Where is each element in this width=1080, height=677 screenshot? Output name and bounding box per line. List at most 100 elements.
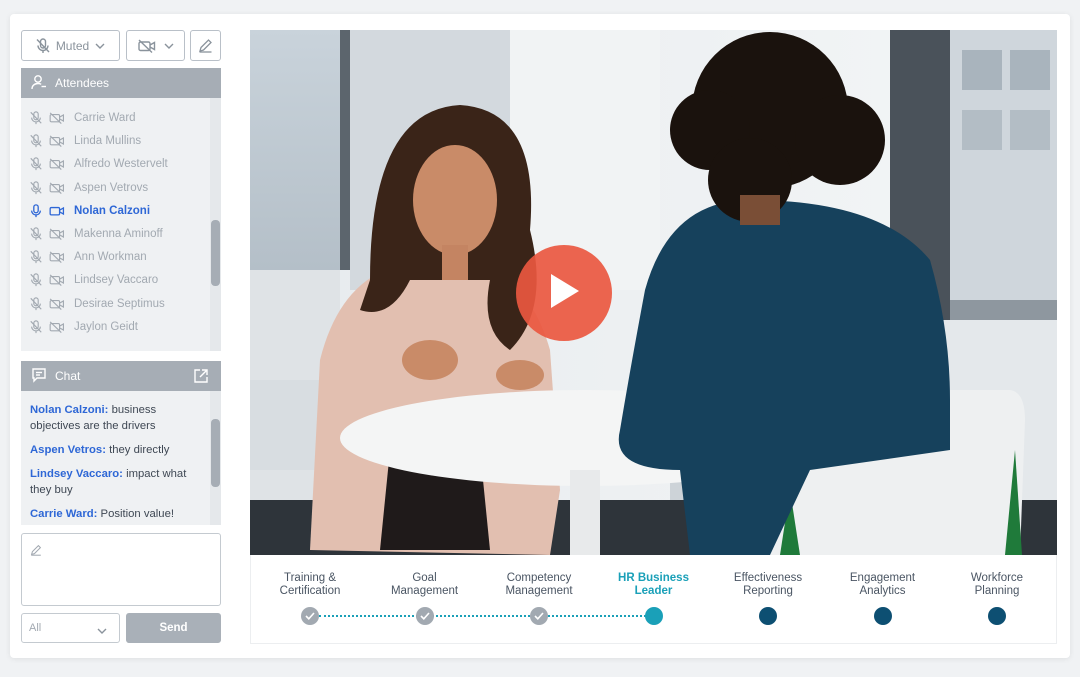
attendee-name: Makenna Aminoff	[74, 228, 163, 240]
mic-off-icon	[29, 227, 46, 241]
step-complete-dot[interactable]	[415, 607, 434, 625]
mic-off-icon	[29, 134, 46, 148]
video-off-icon	[49, 181, 66, 195]
pencil-icon	[198, 38, 213, 53]
progress-stepper: Training & Certification Goal Management C…	[250, 555, 1057, 644]
chat-message: Lindsey Vaccaro: impact what they buy	[30, 467, 202, 498]
attendee-list: Carrie Ward Linda Mullins Alfredo Westerve…	[21, 98, 221, 351]
mic-off-icon	[29, 320, 46, 334]
step-complete-dot[interactable]	[301, 607, 319, 625]
chat-messages: Nolan Calzoni: business objectives are t…	[21, 391, 221, 525]
chevron-down-icon	[164, 43, 174, 49]
user-icon	[31, 74, 47, 93]
mic-off-icon	[29, 111, 46, 125]
attendee-scrollbar[interactable]	[210, 98, 221, 351]
attendee-name: Aspen Vetrovs	[74, 181, 149, 194]
chat-title: Chat	[55, 369, 81, 383]
chevron-down-icon	[97, 625, 107, 637]
step-pending-dot[interactable]	[988, 607, 1006, 625]
attendee-name: Jaylon Geidt	[74, 320, 138, 333]
play-button[interactable]	[516, 245, 612, 341]
video-off-icon	[49, 250, 66, 264]
chat-header: Chat	[21, 361, 221, 391]
chat-sender: Nolan Calzoni:	[30, 404, 109, 416]
video-off-icon	[49, 111, 66, 125]
scrollbar-thumb[interactable]	[211, 419, 220, 487]
attendee-row[interactable]: Ann Workman	[29, 247, 209, 267]
chat-message: Carrie Ward: Position value!	[30, 507, 202, 523]
checkmark-icon	[534, 607, 544, 625]
chat-text: they directly	[105, 444, 170, 456]
step-label[interactable]: Effectiveness Reporting	[713, 572, 823, 598]
mic-off-icon	[29, 273, 46, 287]
attendee-row[interactable]: Jaylon Geidt	[29, 317, 209, 337]
mic-icon	[29, 204, 46, 218]
attendee-name: Alfredo Westervelt	[74, 158, 168, 171]
video-off-icon	[49, 273, 66, 287]
attendee-name: Carrie Ward	[74, 112, 136, 124]
progress-connector	[319, 615, 654, 617]
attendees-title: Attendees	[55, 76, 110, 90]
video-off-icon	[49, 157, 66, 171]
attendee-row[interactable]: Aspen Vetrovs	[29, 178, 209, 198]
recipient-select-value: All	[29, 622, 42, 634]
attendee-row[interactable]: Alfredo Westervelt	[29, 154, 209, 174]
chat-message: Nolan Calzoni: business objectives are t…	[30, 403, 202, 434]
attendee-name: Nolan Calzoni	[74, 204, 151, 217]
chat-text: Position value!	[97, 508, 175, 520]
mic-off-icon	[29, 180, 46, 195]
step-complete-dot[interactable]	[530, 607, 548, 625]
step-label[interactable]: Workforce Planning	[942, 572, 1052, 598]
mute-label: Muted	[55, 38, 90, 53]
chat-sender: Lindsey Vaccaro:	[30, 468, 123, 480]
camera-dropdown[interactable]	[126, 30, 185, 61]
video-off-icon	[49, 227, 66, 241]
step-pending-dot[interactable]	[873, 607, 892, 625]
chat-input[interactable]	[21, 533, 221, 606]
step-label[interactable]: HR Business Leader	[599, 572, 709, 598]
mic-off-icon	[29, 157, 46, 171]
mic-off-icon	[36, 37, 50, 54]
attendee-row[interactable]: Desirae Septimus	[29, 294, 209, 314]
attendees-header: Attendees	[21, 68, 221, 98]
attendee-row[interactable]: Nolan Calzoni	[29, 201, 209, 221]
meeting-card: Muted Attendees Carrie Ward Linda Mullin…	[10, 14, 1070, 658]
mic-off-icon	[29, 250, 46, 264]
video-frame-image	[250, 30, 1057, 555]
chat-scrollbar[interactable]	[210, 391, 221, 525]
mic-off-icon	[29, 296, 46, 311]
attendee-name: Ann Workman	[74, 251, 147, 264]
step-label[interactable]: Engagement Analytics	[828, 572, 938, 598]
step-pending-dot[interactable]	[759, 607, 777, 625]
chat-message: Aspen Vetros: they directly	[30, 443, 202, 459]
video-off-icon	[49, 134, 66, 148]
recipient-select[interactable]: All	[21, 613, 120, 643]
attendee-row[interactable]: Linda Mullins	[29, 131, 209, 151]
chevron-down-icon	[95, 43, 105, 49]
attendee-name: Linda Mullins	[74, 135, 142, 148]
external-link-icon[interactable]	[193, 368, 209, 387]
chat-sender: Aspen Vetros:	[30, 444, 106, 456]
step-label[interactable]: Training & Certification	[255, 572, 365, 598]
video-off-icon	[49, 297, 66, 311]
edit-button[interactable]	[190, 30, 221, 61]
attendee-row[interactable]: Carrie Ward	[29, 108, 209, 128]
send-button[interactable]: Send	[126, 613, 221, 643]
attendee-name: Lindsey Vaccaro	[74, 274, 159, 287]
step-label[interactable]: Goal Management	[370, 572, 480, 598]
chat-sender: Carrie Ward:	[30, 508, 98, 520]
attendee-row[interactable]: Lindsey Vaccaro	[29, 270, 209, 290]
scrollbar-thumb[interactable]	[211, 220, 220, 286]
mute-dropdown[interactable]: Muted	[21, 30, 120, 61]
video-player[interactable]	[250, 30, 1057, 555]
video-off-icon	[49, 320, 66, 334]
checkmark-icon	[305, 607, 315, 625]
chat-bubble-icon	[31, 367, 47, 386]
video-off-icon	[137, 38, 156, 53]
checkmark-icon	[419, 607, 430, 625]
step-label[interactable]: Competency Management	[484, 572, 594, 598]
pencil-icon	[30, 543, 42, 561]
step-current-dot[interactable]	[644, 607, 663, 625]
video-icon	[49, 204, 66, 218]
attendee-row[interactable]: Makenna Aminoff	[29, 224, 209, 244]
